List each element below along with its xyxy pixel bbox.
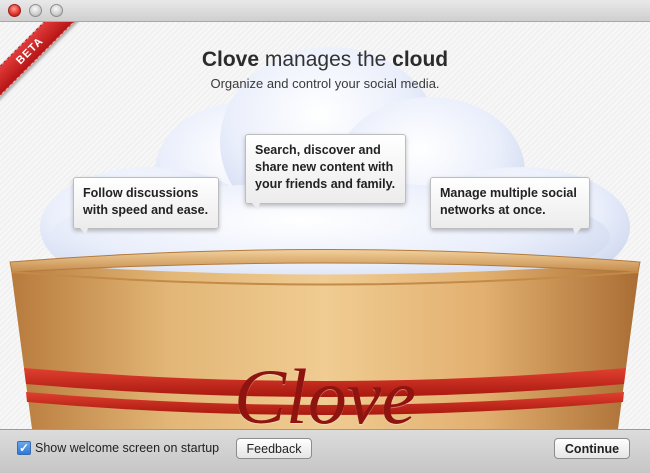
title-end: cloud: [392, 48, 449, 71]
bowl-logo-text: Clove: [234, 353, 416, 429]
show-on-startup-label[interactable]: Show welcome screen on startup: [35, 441, 219, 455]
title-brand: Clove: [201, 48, 260, 71]
feature-bubble-text: Search, discover and share new content w…: [255, 143, 396, 191]
feature-bubble-text: Manage multiple social networks at once.: [440, 186, 577, 217]
bubble-tail: [80, 228, 88, 235]
zoom-window-button[interactable]: [50, 4, 63, 17]
show-on-startup-checkbox[interactable]: ✓: [17, 441, 31, 455]
feedback-button[interactable]: Feedback: [236, 438, 312, 459]
feature-bubble-discussions: Follow discussions with speed and ease.: [73, 177, 219, 235]
footer-bar: ✓ Show welcome screen on startup Feedbac…: [0, 429, 650, 473]
page-title: Clove manages the cloud: [0, 48, 650, 72]
page-subtitle: Organize and control your social media.: [210, 76, 440, 91]
feature-bubble-text: Follow discussions with speed and ease.: [83, 186, 209, 217]
title-bar[interactable]: [0, 0, 650, 22]
bubble-tail: [252, 203, 260, 210]
welcome-window: Clove BETA Clove manages the cloud Organ…: [0, 0, 650, 473]
minimize-window-button[interactable]: [29, 4, 42, 17]
feature-bubble-search: Search, discover and share new content w…: [245, 134, 406, 210]
feature-bubble-networks: Manage multiple social networks at once.: [430, 177, 590, 235]
bubble-tail: [573, 228, 581, 235]
continue-button[interactable]: Continue: [554, 438, 630, 459]
welcome-content: Clove BETA Clove manages the cloud Organ…: [0, 22, 650, 429]
title-middle: manages the: [259, 48, 393, 71]
close-window-button[interactable]: [8, 4, 21, 17]
